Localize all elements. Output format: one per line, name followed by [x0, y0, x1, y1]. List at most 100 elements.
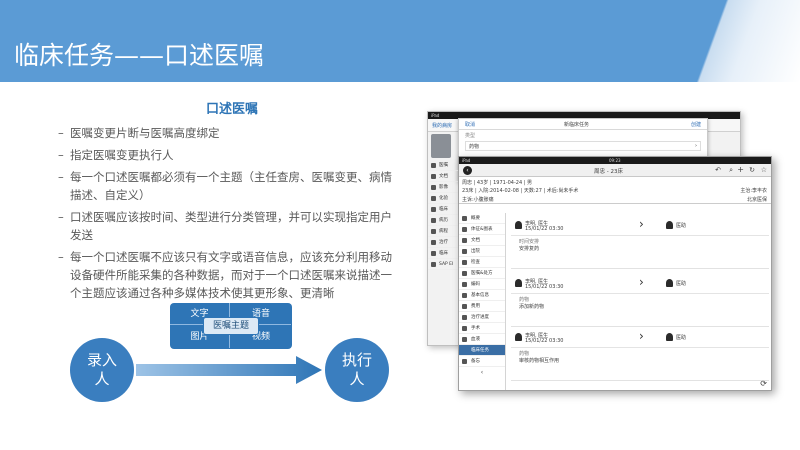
add-icon[interactable]: + — [737, 165, 744, 174]
back-side-item[interactable]: 治疗 — [428, 237, 458, 248]
undo-icon[interactable]: ↶ — [715, 166, 721, 174]
side-label: 病历 — [439, 218, 448, 223]
back-side-item[interactable]: 化验 — [428, 193, 458, 204]
progress-icon — [462, 315, 467, 320]
divider — [511, 347, 769, 348]
flow-arrow — [136, 356, 322, 384]
chevron-left-icon[interactable]: ‹ — [459, 367, 505, 376]
discharge-icon — [462, 249, 467, 254]
doctor-icon — [515, 221, 522, 229]
side-label: SAP EI — [439, 262, 454, 267]
chevron-right-icon: › — [639, 217, 644, 231]
sidebar-item[interactable]: 文档 — [459, 235, 505, 246]
sidebar-item[interactable]: 手术 — [459, 323, 505, 334]
task-to: 医助 — [676, 223, 687, 229]
type-select[interactable]: 药物 › — [465, 141, 701, 151]
status-carrier: iPad — [431, 113, 440, 118]
sidebar-item[interactable]: 编码 — [459, 279, 505, 290]
chevron-right-icon: › — [639, 329, 644, 343]
title-banner: 临床任务——口述医嘱 — [0, 0, 800, 82]
input-person-label: 录入人 — [86, 351, 117, 388]
bullet-dash: – — [58, 170, 64, 184]
side-label: 医嘱 — [439, 163, 448, 168]
task-label: 时间安排 — [519, 239, 540, 245]
back-side-item[interactable]: 病历 — [428, 215, 458, 226]
media-center-label: 医嘱主题 — [203, 317, 259, 335]
bullet-text: 医嘱变更片断与医嘱高度绑定 — [70, 126, 220, 140]
sidebar-item[interactable]: 体征&图表 — [459, 224, 505, 235]
treatment-icon — [431, 240, 436, 245]
status-time: 09:23 — [609, 158, 621, 163]
task-label: 药物 — [519, 351, 530, 357]
back-link[interactable]: 我的病房 — [432, 122, 452, 129]
prescription-icon — [462, 271, 467, 276]
divider — [511, 293, 769, 294]
task-date: 15/01/22 03:30 — [525, 226, 564, 232]
sidebar-item[interactable]: 基本信息 — [459, 290, 505, 301]
patient-info-line2: 23床 | 入院:2014-02-08 | 天数:27 | 术后:尚未手术 — [462, 188, 579, 194]
task-text: 安排复药 — [519, 246, 540, 252]
executor-circle: 执行人 — [325, 338, 389, 402]
memo-icon — [462, 359, 467, 364]
create-button[interactable]: 创建 — [691, 121, 701, 128]
task-text: 添加新药物 — [519, 304, 545, 310]
summary-icon — [462, 216, 467, 221]
back-side-item[interactable]: 病程 — [428, 226, 458, 237]
exam-icon — [462, 260, 467, 265]
side-label: 文档 — [439, 174, 448, 179]
sidebar-label: 体征&图表 — [471, 227, 493, 232]
task-date: 15/01/22 03:30 — [525, 338, 564, 344]
cancel-button[interactable]: 取消 — [465, 121, 475, 128]
back-side-item[interactable]: 临床 — [428, 204, 458, 215]
popover-header: 取消 新临床任务 创建 — [459, 119, 707, 130]
assistant-icon — [666, 221, 673, 229]
chevron-right-icon: › — [695, 143, 697, 149]
patient-info-row: 23床 | 入院:2014-02-08 | 天数:27 | 术后:尚未手术 主治… — [459, 186, 771, 195]
sidebar-item[interactable]: 医嘱&处方 — [459, 268, 505, 279]
record-icon — [431, 218, 436, 223]
back-side-item[interactable]: 临床 — [428, 248, 458, 259]
side-label: 病程 — [439, 229, 448, 234]
sidebar-label: 基本信息 — [471, 293, 489, 298]
refresh-icon[interactable]: ↻ — [749, 166, 755, 174]
task-label: 药物 — [519, 297, 530, 303]
bullet-item: – 口述医嘱应该按时间、类型进行分类管理，并可以实现指定用户发送 — [58, 208, 394, 244]
task-card[interactable]: 李明, 医生 15/01/22 03:30 › 医助 时间安排 安排复药 — [511, 217, 769, 269]
sidebar-item[interactable]: 血液 — [459, 334, 505, 345]
back-arrow-icon[interactable]: ‹ — [463, 166, 472, 175]
clinic-task-icon — [431, 251, 436, 256]
sidebar-item-clinical-tasks[interactable]: 临床任务 — [459, 345, 505, 356]
search-icon[interactable]: ⌕ — [729, 166, 733, 175]
bullet-dash: – — [58, 126, 64, 140]
star-icon[interactable]: ☆ — [761, 166, 767, 174]
task-card[interactable]: 李明, 医生 15/01/22 03:30 › 医助 药物 添加新药物 — [511, 275, 769, 327]
sidebar-item[interactable]: 检查 — [459, 257, 505, 268]
bullet-item: – 每一个口述医嘱不应该只有文字或语音信息，应该充分利用移动设备硬件所能采集的各种… — [58, 248, 394, 302]
bullet-text: 每一个口述医嘱都必须有一个主题（主任查房、医嘱变更、病情描述、自定义） — [70, 170, 392, 202]
sidebar-label: 手术 — [471, 326, 480, 331]
document-icon — [462, 238, 467, 243]
sidebar-label: 概要 — [471, 216, 480, 221]
sidebar-item[interactable]: 治疗进度 — [459, 312, 505, 323]
patient-sidebar: 概要 体征&图表 文档 出院 检查 医嘱&处方 编码 基本信息 费用 治疗进度 … — [459, 213, 506, 390]
sidebar-item[interactable]: 备忘 — [459, 356, 505, 367]
bullet-dash: – — [58, 148, 64, 162]
side-label: 临床 — [439, 207, 448, 212]
status-carrier: iPad — [462, 158, 471, 163]
status-bar: iPad 09:23 — [459, 157, 771, 164]
sidebar-item[interactable]: 出院 — [459, 246, 505, 257]
back-side-item[interactable]: 影像 — [428, 182, 458, 193]
insurance: 北京医保 — [746, 197, 767, 203]
task-card[interactable]: 李明, 医生 15/01/22 03:30 › 医助 药物 审核药物相互作用 — [511, 329, 769, 381]
sidebar-label: 备忘 — [471, 359, 480, 364]
back-side-item[interactable]: 文档 — [428, 171, 458, 182]
back-side-item[interactable]: 医嘱 — [428, 160, 458, 171]
sync-icon[interactable]: ⟳ — [760, 379, 767, 388]
bullet-text: 指定医嘱变更执行人 — [70, 148, 174, 162]
sidebar-item[interactable]: 概要 — [459, 213, 505, 224]
attending-doctor: 主治:李丰衣 — [740, 188, 767, 194]
sidebar-item[interactable]: 费用 — [459, 301, 505, 312]
bullet-text: 口述医嘱应该按时间、类型进行分类管理，并可以实现指定用户发送 — [70, 210, 392, 242]
vitals-icon — [462, 227, 467, 232]
back-side-item[interactable]: SAP EI — [428, 259, 458, 270]
